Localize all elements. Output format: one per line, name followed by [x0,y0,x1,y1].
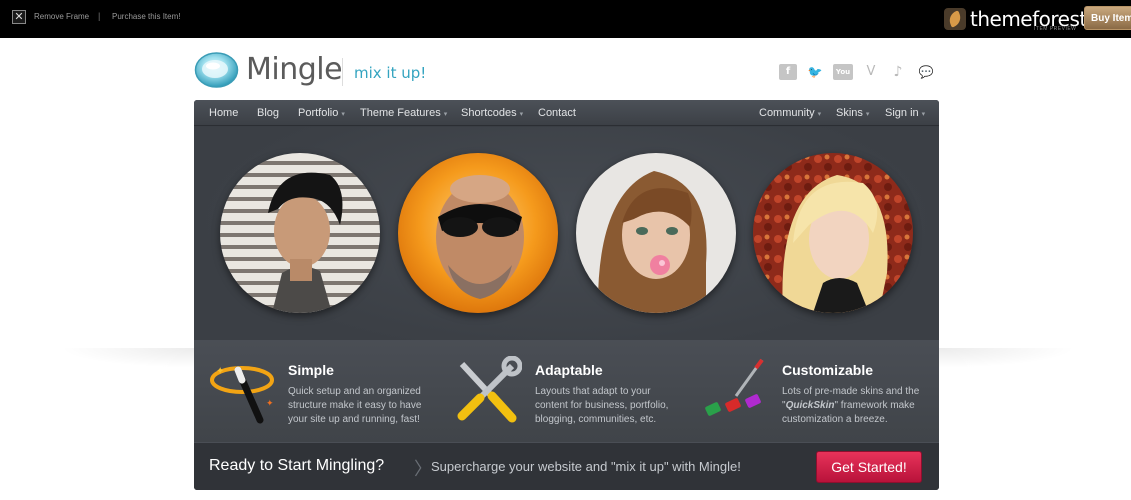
svg-text:✦: ✦ [266,399,274,409]
main-nav: Home Blog Portfolio ▾ Theme Features ▾ Sho… [194,100,939,126]
facebook-icon[interactable]: f [779,64,797,80]
nav-label: Community [759,107,815,119]
nav-home[interactable]: Home [209,107,238,119]
swoosh-shadow-right [936,348,1076,368]
cta-bar: Ready to Start Mingling? 〉 Supercharge y… [194,442,939,490]
nav-community[interactable]: Community ▾ [759,107,821,119]
portrait-woman-gum [576,153,736,313]
leaf-icon [944,8,966,30]
portrait-man-striped [220,153,380,313]
paint-brush-icon [705,358,764,416]
chevron-down-icon: ▾ [865,111,870,118]
tools-icon [457,356,522,423]
preview-bar: ✕ Remove Frame | Purchase this Item! the… [0,0,1131,38]
purchase-link[interactable]: Purchase this Item! [112,12,180,21]
nav-label: Home [209,107,239,119]
nav-label: Portfolio [298,107,339,119]
feature-desc: Lots of pre-made skins and the "QuickSki… [782,385,932,427]
mingle-logo-icon[interactable] [194,51,239,89]
tagline-divider [342,58,343,86]
nav-blog[interactable]: Blog [257,107,279,119]
nav-label: Contact [538,107,576,119]
chevron-down-icon: ▾ [341,111,345,118]
nav-label: Sign in [885,107,919,119]
tagline: mix it up! [354,64,427,82]
cta-title: Ready to Start Mingling? [209,457,385,474]
chevron-down-icon: ▾ [921,111,926,118]
feature-title: Adaptable [535,362,603,378]
vimeo-icon[interactable]: V [862,64,880,80]
buy-item-button[interactable]: Buy Item [1084,6,1131,30]
youtube-icon[interactable]: You [833,64,853,80]
feature-title: Simple [288,362,334,378]
nav-skins[interactable]: Skins ▾ [836,107,869,119]
nav-label: Shortcodes [461,107,517,119]
magic-wand-icon: ✦ ✦ [210,366,274,424]
portrait-man-sunglasses [398,153,558,313]
chat-icon[interactable]: 💬 [917,64,935,80]
svg-text:✦: ✦ [216,366,224,377]
swoosh-shadow-left [60,348,200,368]
portrait-circle[interactable] [220,153,380,313]
delicious-icon[interactable]: ♪ [889,64,907,80]
chevron-down-icon: ▾ [443,111,448,118]
portrait-woman-blonde [753,153,913,313]
chevron-right-icon: 〉 [414,459,432,480]
nav-contact[interactable]: Contact [538,107,576,119]
main-panel: Home Blog Portfolio ▾ Theme Features ▾ Sho… [194,100,939,490]
close-icon[interactable]: ✕ [12,10,26,24]
separator: | [98,11,101,21]
quickskin-emphasis: QuickSkin [785,400,835,411]
nav-theme-features[interactable]: Theme Features ▾ [360,107,447,119]
portrait-circle[interactable] [576,153,736,313]
portrait-circle[interactable] [753,153,913,313]
feature-title: Customizable [782,362,874,378]
nav-shortcodes[interactable]: Shortcodes ▾ [461,107,523,119]
logo-text[interactable]: Mingle [246,52,343,87]
item-preview-label: ITEM PREVIEW [1034,26,1077,32]
nav-sign-in[interactable]: Sign in ▾ [885,107,925,119]
feature-desc: Quick setup and an organized structure m… [288,386,422,425]
nav-label: Theme Features [360,107,441,119]
get-started-button[interactable]: Get Started! [816,451,922,483]
remove-frame-link[interactable]: Remove Frame [34,12,89,21]
portrait-circle[interactable] [398,153,558,313]
features-section: ✦ ✦ Simple Quick setup and an organized … [194,340,939,443]
twitter-icon[interactable]: 🐦 [806,64,824,80]
hero-slider [194,127,939,359]
feature-desc: Layouts that adapt to your content for b… [535,386,669,425]
chevron-down-icon: ▾ [519,111,524,118]
chevron-down-icon: ▾ [817,111,822,118]
nav-portfolio[interactable]: Portfolio ▾ [298,107,345,119]
nav-label: Skins [836,107,863,119]
cta-text: Supercharge your website and "mix it up"… [431,459,741,474]
nav-label: Blog [257,107,280,119]
